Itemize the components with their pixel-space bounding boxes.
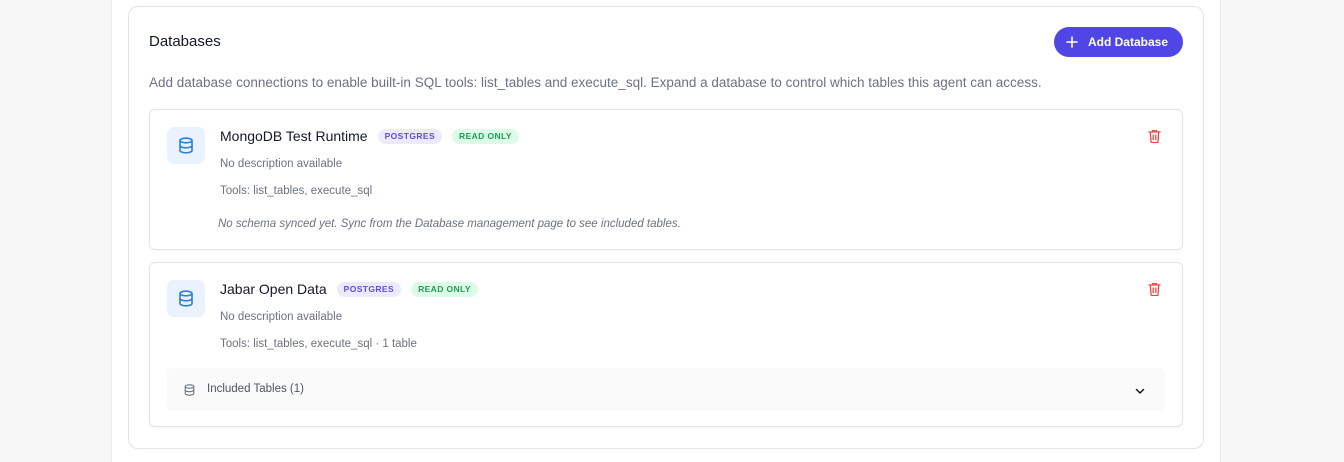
database-description: No description available <box>220 158 343 170</box>
database-card: MongoDB Test Runtime POSTGRES READ ONLY … <box>149 109 1183 250</box>
database-icon <box>167 280 205 317</box>
access-badge: READ ONLY <box>411 281 478 297</box>
database-header: MongoDB Test Runtime POSTGRES READ ONLY <box>220 128 519 144</box>
included-tables-label: Included Tables (1) <box>207 383 304 395</box>
databases-section: Databases Add Database Add database conn… <box>128 6 1204 449</box>
database-tools: Tools: list_tables, execute_sql <box>220 185 373 197</box>
section-title: Databases <box>149 33 221 50</box>
database-icon <box>184 383 195 401</box>
delete-database-button[interactable] <box>1146 281 1162 299</box>
database-icon <box>167 127 205 164</box>
access-badge: READ ONLY <box>452 128 519 144</box>
database-name: Jabar Open Data <box>220 281 327 297</box>
section-description: Add database connections to enable built… <box>149 75 1042 90</box>
add-database-label: Add Database <box>1087 35 1168 49</box>
chevron-down-icon <box>1134 384 1146 402</box>
trash-icon <box>1147 129 1161 146</box>
database-name: MongoDB Test Runtime <box>220 128 368 144</box>
included-tables-toggle[interactable]: Included Tables (1) <box>167 368 1165 411</box>
database-header: Jabar Open Data POSTGRES READ ONLY <box>220 281 478 297</box>
database-tools: Tools: list_tables, execute_sql · 1 tabl… <box>220 338 417 350</box>
engine-badge: POSTGRES <box>336 281 402 297</box>
schema-note: No schema synced yet. Sync from the Data… <box>218 218 681 230</box>
database-card: Jabar Open Data POSTGRES READ ONLY No de… <box>149 262 1183 427</box>
plus-icon <box>1066 36 1078 48</box>
database-description: No description available <box>220 311 343 323</box>
add-database-button[interactable]: Add Database <box>1053 27 1183 57</box>
engine-badge: POSTGRES <box>377 128 443 144</box>
delete-database-button[interactable] <box>1146 128 1162 146</box>
trash-icon <box>1147 282 1161 299</box>
